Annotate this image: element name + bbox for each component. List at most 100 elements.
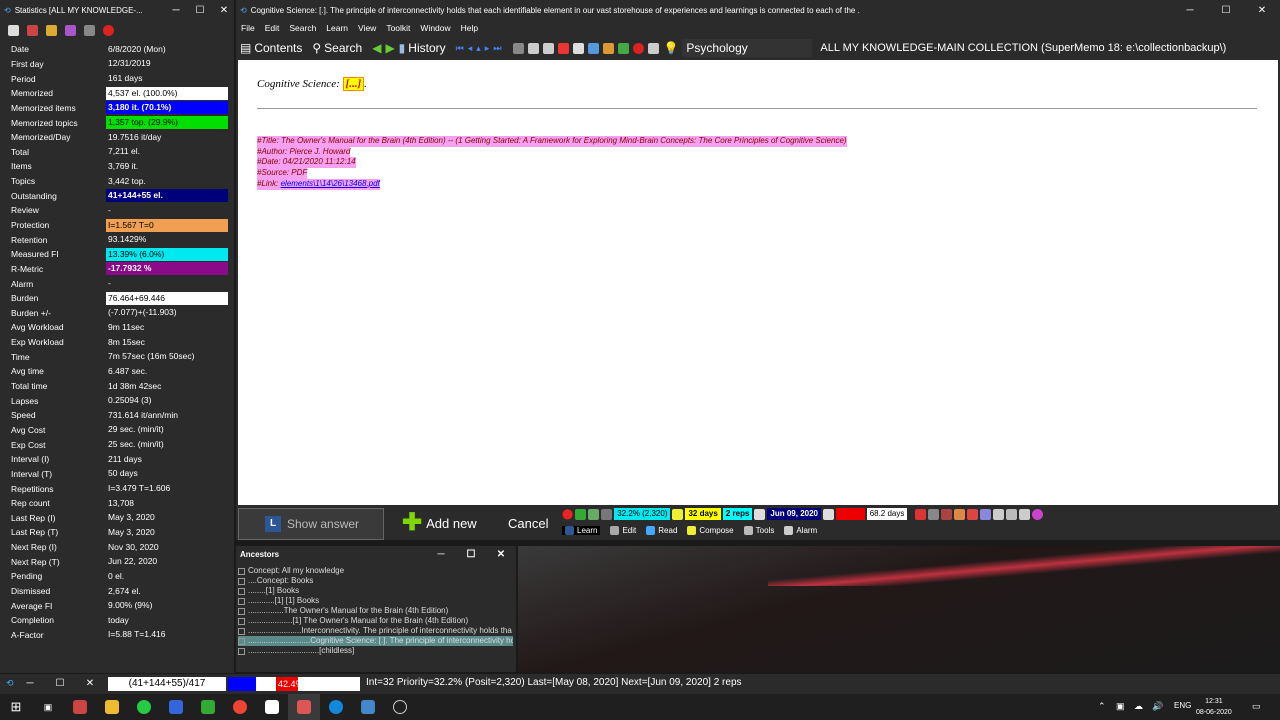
- ancestor-item[interactable]: ................................[childle…: [238, 646, 513, 656]
- tray-icon-a[interactable]: ▣: [1116, 701, 1125, 712]
- mode-tools[interactable]: Tools: [743, 526, 774, 535]
- last-icon[interactable]: ⏭: [493, 43, 501, 54]
- upload-icon[interactable]: [648, 42, 660, 54]
- close-button[interactable]: ✕: [1244, 5, 1280, 16]
- clock-icon[interactable]: [823, 508, 834, 520]
- ancestor-item[interactable]: ............[1] [1] Books: [238, 596, 513, 606]
- tool-e-icon[interactable]: [980, 508, 992, 520]
- tool-c-icon[interactable]: [954, 508, 966, 520]
- taskbar-supermemo[interactable]: [352, 694, 384, 720]
- contents-button[interactable]: ▤ Contents: [240, 41, 302, 55]
- help-icon[interactable]: [1032, 508, 1044, 520]
- mode-read[interactable]: Read: [646, 526, 677, 535]
- doc-icon[interactable]: [601, 508, 613, 520]
- tool-g-icon[interactable]: [1006, 508, 1018, 520]
- close-button[interactable]: ✕: [486, 549, 516, 560]
- tool-b-icon[interactable]: [941, 508, 953, 520]
- menu-edit[interactable]: Edit: [265, 23, 280, 33]
- list-icon[interactable]: [84, 24, 95, 36]
- remove-icon[interactable]: [915, 508, 927, 520]
- grid-icon[interactable]: [528, 42, 540, 54]
- ancestor-checkbox[interactable]: [238, 587, 245, 595]
- clock[interactable]: 12:31 08-06-2020: [1196, 696, 1232, 718]
- element-content[interactable]: Cognitive Science: [...]. #Title: The Ow…: [238, 60, 1278, 505]
- ancestor-checkbox[interactable]: [238, 647, 245, 655]
- search-button[interactable]: ⚲ Search: [312, 41, 362, 55]
- ancestor-item[interactable]: ....Concept: Books: [238, 576, 513, 586]
- chart-icon[interactable]: [65, 24, 76, 36]
- ancestor-checkbox[interactable]: [238, 617, 245, 625]
- notification-icon[interactable]: ▭: [1252, 701, 1261, 712]
- previous-icon[interactable]: ◂: [468, 43, 473, 54]
- taskbar-app-3[interactable]: [192, 694, 224, 720]
- bulb-icon[interactable]: 💡: [663, 41, 678, 55]
- menu-help[interactable]: Help: [461, 23, 478, 33]
- taskbar-app-4[interactable]: [288, 694, 320, 720]
- statistics-titlebar[interactable]: ⟲ Statistics [ALL MY KNOWLEDGE-... ─ ☐ ✕: [0, 0, 234, 20]
- ancestor-checkbox[interactable]: [238, 597, 245, 605]
- close-button[interactable]: ✕: [80, 678, 100, 689]
- mode-edit[interactable]: Edit: [610, 526, 636, 535]
- next-icon[interactable]: ▸: [485, 43, 490, 54]
- calendar-icon[interactable]: [754, 508, 766, 520]
- tray-icon-b[interactable]: ☁: [1134, 701, 1143, 712]
- taskbar-app-1[interactable]: [64, 694, 96, 720]
- ancestor-checkbox[interactable]: [238, 607, 245, 615]
- back-arrow-icon[interactable]: ◀: [372, 41, 381, 55]
- menu-window[interactable]: Window: [420, 23, 450, 33]
- tools-icon[interactable]: [603, 42, 615, 54]
- tool-d-icon[interactable]: [967, 508, 979, 520]
- taskbar-edge[interactable]: [320, 694, 352, 720]
- tool-f-icon[interactable]: [993, 508, 1005, 520]
- maximize-button[interactable]: ☐: [1208, 5, 1244, 16]
- ancestor-item[interactable]: Concept: All my knowledge: [238, 566, 513, 576]
- ancestor-item[interactable]: ................The Owner's Manual for t…: [238, 606, 513, 616]
- history-button[interactable]: ▮ History: [399, 41, 446, 55]
- image-icon[interactable]: [543, 42, 555, 54]
- ancestor-item[interactable]: ........[1] Books: [238, 586, 513, 596]
- edit-icon[interactable]: [513, 42, 525, 54]
- minimize-button[interactable]: ─: [20, 678, 40, 689]
- ancestors-titlebar[interactable]: Ancestors ─ ☐ ✕: [236, 546, 516, 562]
- first-icon[interactable]: ⏮: [456, 43, 464, 54]
- ancestor-checkbox[interactable]: [238, 637, 245, 645]
- maximize-button[interactable]: ☐: [190, 5, 210, 16]
- concept-selector[interactable]: Psychology: [682, 39, 813, 57]
- ancestor-item[interactable]: ............................Cognitive Sc…: [238, 636, 513, 646]
- maximize-button[interactable]: ☐: [50, 678, 70, 689]
- element-titlebar[interactable]: ⟲ Cognitive Science: [.]. The principle …: [236, 0, 1280, 20]
- mode-alarm[interactable]: Alarm: [784, 526, 817, 535]
- ref-link[interactable]: elements\1\14\26\13468.pdf: [281, 179, 380, 188]
- taskbar-explorer[interactable]: [96, 694, 128, 720]
- table-icon[interactable]: [8, 24, 19, 36]
- add-new-button[interactable]: ✚ Add new: [402, 511, 477, 535]
- menu-toolkit[interactable]: Toolkit: [386, 23, 410, 33]
- settings-icon[interactable]: [46, 24, 57, 36]
- google-icon[interactable]: [558, 42, 570, 54]
- ancestor-checkbox[interactable]: [238, 627, 245, 635]
- minimize-button[interactable]: ─: [426, 549, 456, 560]
- taskbar-chrome[interactable]: [224, 694, 256, 720]
- taskbar-whatsapp[interactable]: [128, 694, 160, 720]
- menu-file[interactable]: File: [241, 23, 255, 33]
- menu-search[interactable]: Search: [289, 23, 316, 33]
- book-icon[interactable]: [618, 42, 630, 54]
- stop-icon[interactable]: ⬤: [562, 509, 573, 520]
- tool-h-icon[interactable]: [1019, 508, 1031, 520]
- taskbar-notion[interactable]: [256, 694, 288, 720]
- calendar-icon[interactable]: [27, 24, 38, 36]
- language-indicator[interactable]: ENG: [1174, 701, 1191, 710]
- parent-icon[interactable]: ▴: [476, 43, 481, 54]
- start-button[interactable]: ⊞: [0, 694, 32, 720]
- tool-a-icon[interactable]: [928, 508, 940, 520]
- lock-icon[interactable]: [672, 508, 684, 520]
- ancestor-checkbox[interactable]: [238, 567, 245, 575]
- cancel-button[interactable]: Cancel: [508, 516, 548, 531]
- task-view-button[interactable]: ▣: [32, 694, 64, 720]
- spreadsheet-icon[interactable]: [575, 508, 587, 520]
- minimize-button[interactable]: ─: [166, 5, 186, 16]
- show-answer-button[interactable]: L Show answer: [238, 508, 384, 540]
- maximize-button[interactable]: ☐: [456, 549, 486, 560]
- volume-icon[interactable]: 🔊: [1152, 701, 1163, 712]
- help-icon[interactable]: [103, 24, 114, 36]
